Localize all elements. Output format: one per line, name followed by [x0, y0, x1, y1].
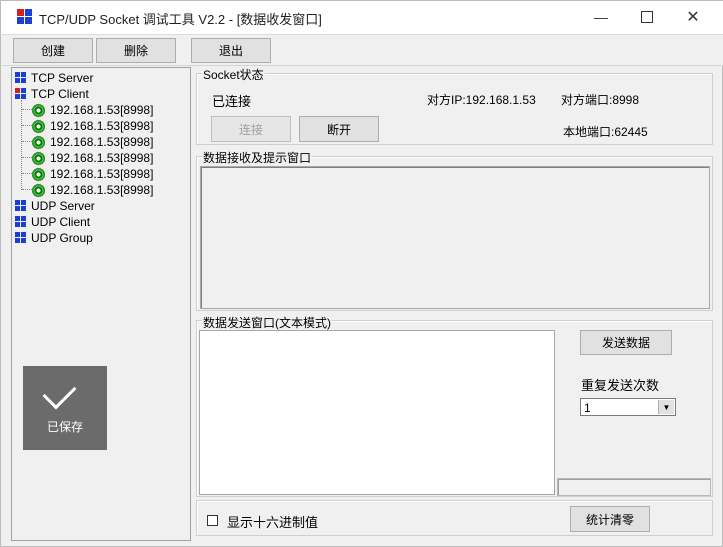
connected-icon — [32, 103, 45, 117]
repeat-count-label: 重复发送次数 — [581, 378, 660, 393]
close-button[interactable]: ✕ — [670, 1, 716, 33]
tree-connector — [22, 109, 32, 110]
receive-legend: 数据接收及提示窗口 — [202, 149, 313, 166]
toolbar: 创建 删除 退出 — [2, 34, 723, 66]
send-data-button[interactable]: 发送数据 — [580, 330, 672, 355]
minimize-button[interactable]: — — [578, 1, 624, 33]
window-title: TCP/UDP Socket 调试工具 V2.2 - [数据收发窗口] — [39, 12, 322, 27]
send-legend: 数据发送窗口(文本模式) — [202, 314, 332, 331]
repeat-count-value: 1 — [584, 401, 591, 415]
tcp-server-icon — [15, 72, 27, 84]
exit-button[interactable]: 退出 — [191, 38, 271, 63]
tree-item-label: TCP Client — [31, 87, 89, 101]
tree-item-label: 192.168.1.53[8998] — [50, 119, 154, 133]
tree-item-client-connection[interactable]: 192.168.1.53[8998] — [32, 103, 153, 117]
tree-item-client-connection[interactable]: 192.168.1.53[8998] — [32, 151, 153, 165]
title-bar[interactable]: TCP/UDP Socket 调试工具 V2.2 - [数据收发窗口] — ✕ — [1, 1, 723, 34]
peer-port: 对方端口:8998 — [561, 93, 640, 107]
connected-icon — [32, 119, 45, 133]
create-button[interactable]: 创建 — [13, 38, 93, 63]
socket-status-legend: Socket状态 — [202, 66, 265, 83]
tree-connector — [22, 141, 32, 142]
minimize-icon: — — [594, 9, 608, 25]
app-window: TCP/UDP Socket 调试工具 V2.2 - [数据收发窗口] — ✕ … — [0, 0, 723, 547]
saved-toast-text: 已保存 — [46, 420, 83, 434]
saved-toast: 已保存 — [23, 366, 107, 450]
hex-checkbox-label: 显示十六进制值 — [227, 515, 319, 530]
connected-icon — [32, 135, 45, 149]
tree-connector — [22, 157, 32, 158]
app-icon — [17, 9, 33, 25]
tree-item-label: 192.168.1.53[8998] — [50, 183, 154, 197]
chevron-down-icon: ▼ — [658, 400, 674, 414]
maximize-icon — [641, 11, 653, 23]
close-icon: ✕ — [686, 9, 700, 26]
tree-item-label: UDP Server — [31, 199, 95, 213]
tree-item-label: UDP Group — [31, 231, 93, 245]
tree-connector — [22, 189, 32, 190]
udp-group-icon — [15, 232, 27, 244]
maximize-button[interactable] — [624, 1, 670, 33]
tcp-client-icon — [15, 88, 27, 100]
send-group: 数据发送窗口(文本模式) 发送数据 重复发送次数 1 ▼ — [196, 314, 713, 497]
tree-item-label: 192.168.1.53[8998] — [50, 151, 154, 165]
connection-tree[interactable]: TCP Server TCP Client 192.168.1.53[8998]… — [11, 67, 191, 541]
tree-item-tcp-server[interactable]: TCP Server — [15, 71, 93, 85]
tree-connector — [22, 125, 32, 126]
connect-button[interactable]: 连接 — [211, 116, 291, 142]
connected-icon — [32, 183, 45, 197]
local-port: 本地端口:62445 — [563, 125, 648, 139]
tree-item-udp-server[interactable]: UDP Server — [15, 199, 95, 213]
udp-client-icon — [15, 216, 27, 228]
connection-state: 已连接 — [212, 94, 252, 109]
checkmark-icon — [42, 375, 77, 410]
tree-item-tcp-client[interactable]: TCP Client — [15, 87, 89, 101]
socket-status-group: Socket状态 已连接 对方IP:192.168.1.53 对方端口:8998… — [196, 66, 713, 145]
tree-item-udp-group[interactable]: UDP Group — [15, 231, 93, 245]
disconnect-button[interactable]: 断开 — [299, 116, 379, 142]
bottom-options: 显示十六进制值 统计清零 — [196, 500, 713, 536]
tree-item-client-connection[interactable]: 192.168.1.53[8998] — [32, 183, 153, 197]
tree-item-udp-client[interactable]: UDP Client — [15, 215, 90, 229]
connected-icon — [32, 167, 45, 181]
tree-connector — [21, 100, 22, 190]
clear-stats-button[interactable]: 统计清零 — [570, 506, 650, 532]
tree-item-label: TCP Server — [31, 71, 94, 85]
delete-button[interactable]: 删除 — [96, 38, 176, 63]
tree-connector — [22, 173, 32, 174]
hex-checkbox[interactable] — [207, 515, 218, 526]
tree-item-label: 192.168.1.53[8998] — [50, 167, 154, 181]
udp-server-icon — [15, 200, 27, 212]
send-textarea[interactable] — [199, 330, 555, 495]
repeat-count-select[interactable]: 1 ▼ — [580, 398, 676, 416]
tree-item-client-connection[interactable]: 192.168.1.53[8998] — [32, 167, 153, 181]
receive-textarea[interactable] — [200, 166, 710, 309]
tree-item-label: 192.168.1.53[8998] — [50, 103, 154, 117]
tree-item-client-connection[interactable]: 192.168.1.53[8998] — [32, 135, 153, 149]
receive-group: 数据接收及提示窗口 — [196, 149, 713, 311]
connected-icon — [32, 151, 45, 165]
tree-item-label: UDP Client — [31, 215, 91, 229]
status-field — [557, 478, 711, 496]
tree-item-client-connection[interactable]: 192.168.1.53[8998] — [32, 119, 153, 133]
tree-item-label: 192.168.1.53[8998] — [50, 135, 154, 149]
peer-ip: 对方IP:192.168.1.53 — [427, 93, 536, 107]
